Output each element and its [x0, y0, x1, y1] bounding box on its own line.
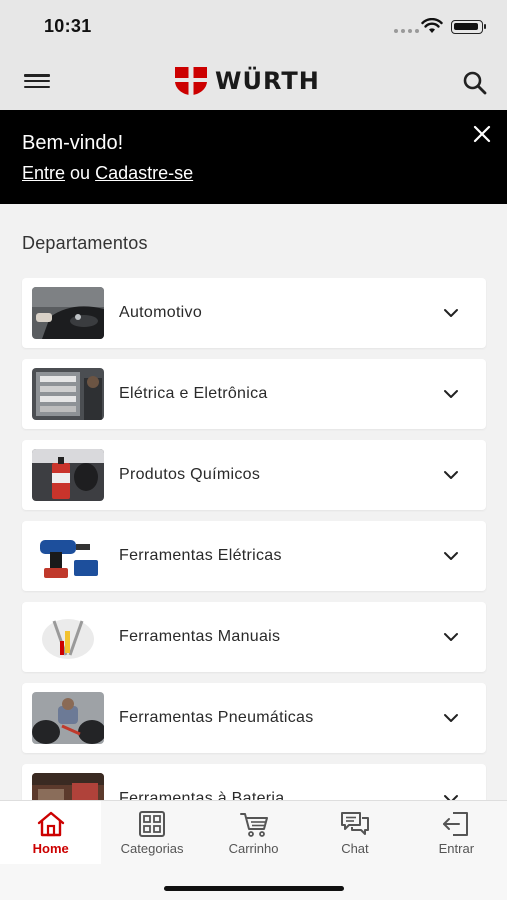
bottom-navigation: Home Categorias Carrinho Chat Entrar — [0, 800, 507, 864]
nav-categorias[interactable]: Categorias — [101, 801, 202, 864]
department-label: Ferramentas Pneumáticas — [119, 709, 314, 726]
electrical-panel-photo-icon — [32, 368, 104, 420]
auth-links: Entre ou Cadastre-se — [22, 163, 193, 184]
status-time: 10:31 — [44, 16, 92, 36]
status-bar: 10:31 — [0, 0, 507, 54]
grid-icon — [139, 811, 166, 837]
pneumatic-tool-photo-icon — [32, 692, 104, 744]
cart-icon — [239, 813, 268, 837]
hamburger-line — [24, 74, 50, 77]
department-item-ferramentas-eletricas[interactable]: Ferramentas Elétricas — [22, 521, 486, 591]
hamburger-line — [24, 85, 50, 88]
power-drill-photo-icon — [32, 530, 104, 582]
chevron-down-icon — [444, 633, 458, 641]
wifi-icon — [421, 18, 443, 33]
departments-title: Departamentos — [22, 233, 148, 253]
nav-home[interactable]: Home — [0, 801, 102, 864]
department-item-ferramentas-manuais[interactable]: Ferramentas Manuais — [22, 602, 486, 672]
search-icon[interactable] — [462, 70, 488, 96]
chevron-down-icon — [444, 471, 458, 479]
nav-label: Carrinho — [228, 841, 279, 856]
nav-label: Categorias — [120, 841, 184, 856]
car-photo-icon — [32, 287, 104, 339]
chevron-down-icon — [444, 309, 458, 317]
cellular-signal-icon — [394, 29, 419, 33]
wurth-logo-mark-icon — [175, 67, 207, 95]
signup-link[interactable]: Cadastre-se — [95, 163, 193, 183]
department-item-eletrica[interactable]: Elétrica e Eletrônica — [22, 359, 486, 429]
department-label: Produtos Químicos — [119, 466, 261, 483]
login-link[interactable]: Entre — [22, 163, 65, 183]
home-indicator-area — [0, 864, 507, 900]
welcome-banner: Bem-vindo! Entre ou Cadastre-se — [0, 110, 507, 204]
close-icon[interactable] — [472, 124, 492, 144]
chat-icon — [340, 812, 369, 835]
home-indicator[interactable] — [164, 886, 344, 891]
brand-name: WÜRTH — [215, 67, 320, 95]
nav-chat[interactable]: Chat — [304, 801, 405, 864]
nav-label: Chat — [341, 841, 369, 856]
login-icon — [443, 812, 469, 836]
welcome-greeting: Bem-vindo! — [22, 132, 124, 154]
hand-tools-photo-icon — [32, 611, 104, 663]
department-label: Automotivo — [119, 304, 203, 321]
nav-label: Entrar — [438, 841, 475, 856]
chevron-down-icon — [444, 714, 458, 722]
department-item-automotivo[interactable]: Automotivo — [22, 278, 486, 348]
app-header: WÜRTH — [0, 54, 507, 110]
battery-icon — [451, 20, 486, 34]
department-label: Ferramentas Elétricas — [119, 547, 282, 564]
home-icon — [37, 811, 64, 837]
department-label: Elétrica e Eletrônica — [119, 385, 268, 402]
menu-button[interactable] — [24, 70, 50, 92]
app-screen: 10:31 WÜRTH Bem-vindo! Entre ou Cadastre… — [0, 0, 507, 900]
spray-can-photo-icon — [32, 449, 104, 501]
auth-separator: ou — [70, 163, 91, 183]
chevron-down-icon — [444, 390, 458, 398]
department-item-quimicos[interactable]: Produtos Químicos — [22, 440, 486, 510]
hamburger-line — [24, 79, 50, 83]
nav-entrar[interactable]: Entrar — [406, 801, 507, 864]
chevron-down-icon — [444, 552, 458, 560]
departments-list: Automotivo Elétrica e Eletrônica Produto… — [22, 278, 486, 845]
department-item-ferramentas-pneumaticas[interactable]: Ferramentas Pneumáticas — [22, 683, 486, 753]
nav-carrinho[interactable]: Carrinho — [203, 801, 304, 864]
wurth-logo[interactable]: WÜRTH — [175, 66, 320, 96]
nav-label: Home — [32, 841, 69, 856]
department-label: Ferramentas Manuais — [119, 628, 281, 645]
